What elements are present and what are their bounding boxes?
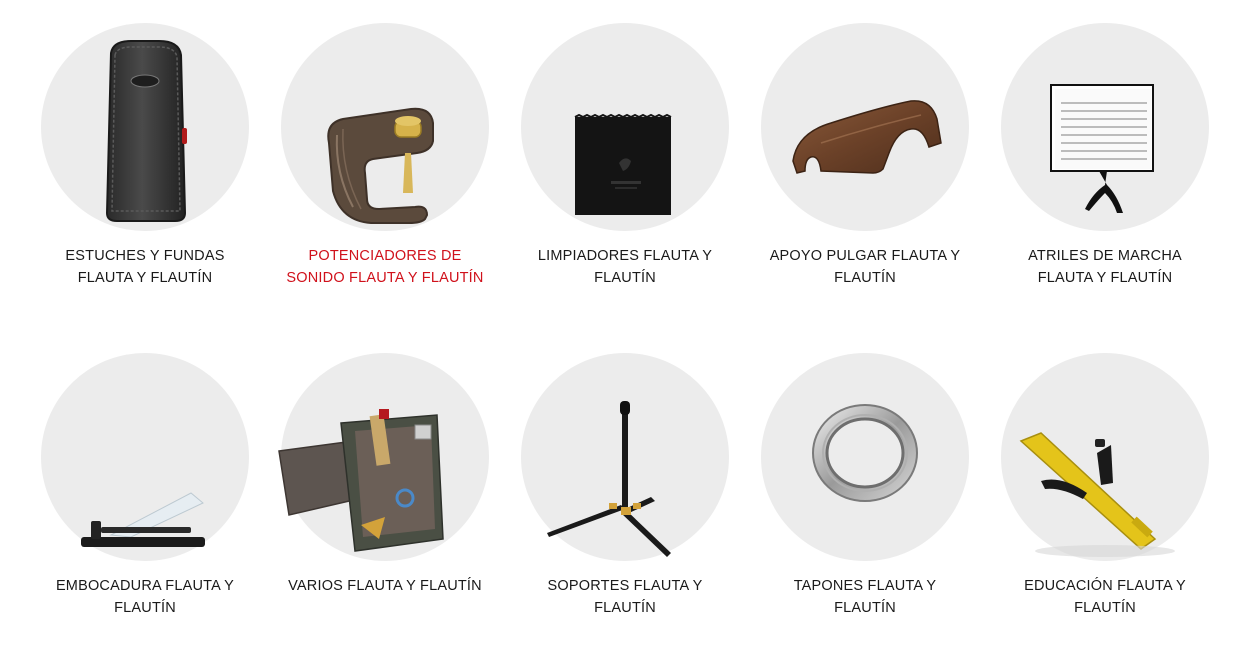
marching-lyre-image[interactable] (1001, 23, 1209, 231)
education-flute-image[interactable] (1001, 353, 1209, 561)
category-card-atriles[interactable]: ATRILES DE MARCHA FLAUTA Y FLAUTÍN (985, 0, 1225, 330)
category-label[interactable]: SOPORTES FLAUTA Y FLAUTÍN (525, 575, 725, 619)
category-card-varios[interactable]: VARIOS FLAUTA Y FLAUTÍN (265, 330, 505, 654)
embouchure-image[interactable] (41, 353, 249, 561)
sound-enhancer-image[interactable] (281, 23, 489, 231)
category-label[interactable]: VARIOS FLAUTA Y FLAUTÍN (285, 575, 485, 597)
category-card-educacion[interactable]: EDUCACIÓN FLAUTA Y FLAUTÍN (985, 330, 1225, 654)
category-card-limpiadores[interactable]: LIMPIADORES FLAUTA Y FLAUTÍN (505, 0, 745, 330)
category-card-embocadura[interactable]: EMBOCADURA FLAUTA Y FLAUTÍN (25, 330, 265, 654)
accessories-pouch-image[interactable] (278, 353, 489, 561)
flute-case-image[interactable] (41, 23, 249, 231)
category-card-estuches[interactable]: ESTUCHES Y FUNDAS FLAUTA Y FLAUTÍN (25, 0, 265, 330)
category-label[interactable]: LIMPIADORES FLAUTA Y FLAUTÍN (525, 245, 725, 289)
cleaning-cloth-image[interactable] (521, 23, 729, 231)
category-card-tapones[interactable]: TAPONES FLAUTA Y FLAUTÍN (745, 330, 985, 654)
category-label[interactable]: POTENCIADORES DE SONIDO FLAUTA Y FLAUTÍN (285, 245, 485, 289)
category-label[interactable]: EMBOCADURA FLAUTA Y FLAUTÍN (45, 575, 245, 619)
category-card-potenciadores[interactable]: POTENCIADORES DE SONIDO FLAUTA Y FLAUTÍN (265, 0, 505, 330)
category-card-apoyo-pulgar[interactable]: APOYO PULGAR FLAUTA Y FLAUTÍN (745, 0, 985, 330)
flute-plug-ring-image[interactable] (761, 353, 969, 561)
category-label[interactable]: ATRILES DE MARCHA FLAUTA Y FLAUTÍN (1005, 245, 1205, 289)
category-label[interactable]: ESTUCHES Y FUNDAS FLAUTA Y FLAUTÍN (45, 245, 245, 289)
category-card-soportes[interactable]: SOPORTES FLAUTA Y FLAUTÍN (505, 330, 745, 654)
category-label[interactable]: APOYO PULGAR FLAUTA Y FLAUTÍN (765, 245, 965, 289)
flute-stand-image[interactable] (521, 353, 729, 561)
thumb-rest-image[interactable] (761, 23, 969, 231)
category-label[interactable]: TAPONES FLAUTA Y FLAUTÍN (765, 575, 965, 619)
category-grid: ESTUCHES Y FUNDAS FLAUTA Y FLAUTÍN POTEN… (25, 0, 1225, 654)
category-label[interactable]: EDUCACIÓN FLAUTA Y FLAUTÍN (1005, 575, 1205, 619)
